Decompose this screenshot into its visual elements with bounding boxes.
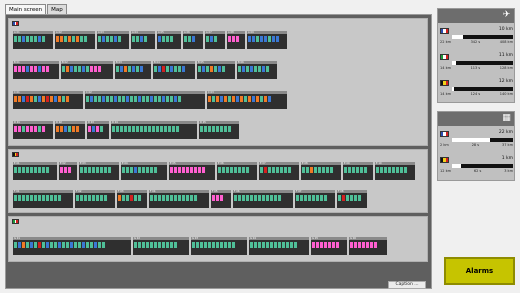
section-belgium: E 01 E 02 E 03 E 04 E 05 E 06 E 07 E 08 … bbox=[8, 149, 428, 213]
status-entry-belgium: 1 km 12 km 62 s3 km bbox=[440, 156, 514, 176]
entry-sub: 12 km 62 s3 km bbox=[440, 169, 513, 173]
machine-unit[interactable]: E 09 bbox=[343, 162, 373, 180]
level-bar bbox=[452, 61, 513, 65]
machine-unit[interactable]: E 06 bbox=[217, 162, 257, 180]
entry-value: 1 km bbox=[501, 156, 513, 161]
machine-unit[interactable]: D 01 bbox=[13, 121, 53, 139]
app-window: Main screen Map A 01 A 02 A 03 A 04 A 05… bbox=[0, 0, 520, 293]
machine-unit[interactable]: F 02 bbox=[75, 190, 115, 208]
machine-unit[interactable]: B 06 bbox=[237, 61, 277, 79]
machine-unit[interactable]: D 03 bbox=[87, 121, 109, 139]
belgium-row-1: E 01 E 02 E 03 E 04 E 05 E 06 E 07 E 08 … bbox=[13, 162, 415, 180]
machine-unit[interactable]: A 07 bbox=[205, 31, 225, 49]
machine-unit[interactable]: G 02 bbox=[133, 237, 189, 255]
italy-row-1: G 01 G 02 G 03 G 04 G 05 G 06 bbox=[13, 237, 387, 255]
machine-unit[interactable]: E 07 bbox=[259, 162, 299, 180]
tab-map[interactable]: Map bbox=[47, 4, 67, 14]
machine-unit[interactable]: A 01 bbox=[13, 31, 53, 49]
belgium-flag-icon bbox=[440, 80, 449, 86]
alarms-button[interactable]: Alarms bbox=[444, 257, 515, 285]
level-bar bbox=[452, 87, 513, 91]
machine-unit[interactable]: F 05 bbox=[211, 190, 231, 208]
section-france: A 01 A 02 A 03 A 04 A 05 A 06 A 07 A 08 … bbox=[8, 18, 428, 146]
italy-flag-icon bbox=[440, 54, 449, 60]
status-sidebar: ✈ 10 km 22 km 342 s 408 km 11 km 14 km 113 … bbox=[437, 8, 515, 288]
machine-unit[interactable]: F 08 bbox=[337, 190, 367, 208]
machine-unit[interactable]: E 08 bbox=[301, 162, 341, 180]
airplane-icon: ✈ bbox=[502, 10, 511, 20]
entry-sub: 22 km 342 s 408 km bbox=[440, 40, 513, 44]
card-header: ✈ bbox=[438, 9, 514, 23]
france-flag-icon bbox=[440, 131, 449, 137]
entry-sub: 14 km 124 s 140 km bbox=[440, 92, 513, 96]
main-panel: A 01 A 02 A 03 A 04 A 05 A 06 A 07 A 08 … bbox=[5, 14, 432, 289]
entry-sub: 14 km 113 s 128 km bbox=[440, 66, 513, 70]
entry-sub: 2 km 28 s 37 km bbox=[440, 143, 513, 147]
machine-unit[interactable]: A 02 bbox=[55, 31, 95, 49]
airport-status-card: ✈ 10 km 22 km 342 s 408 km 11 km 14 km 113 … bbox=[437, 8, 515, 103]
machine-unit[interactable]: C 03 bbox=[207, 91, 287, 109]
caption-button[interactable]: Caption ... bbox=[388, 281, 426, 289]
grid-status-card: ▦ 22 km 2 km 28 s 37 km 1 km 12 km 62 s3 km bbox=[437, 111, 515, 181]
machine-unit[interactable]: G 03 bbox=[191, 237, 247, 255]
grid-icon: ▦ bbox=[502, 113, 511, 123]
machine-unit[interactable]: A 05 bbox=[157, 31, 181, 49]
machine-unit[interactable]: E 04 bbox=[121, 162, 167, 180]
level-bar bbox=[452, 138, 513, 142]
machine-unit[interactable]: E 01 bbox=[13, 162, 57, 180]
machine-unit[interactable]: F 01 bbox=[13, 190, 73, 208]
machine-unit[interactable]: A 06 bbox=[183, 31, 203, 49]
tab-main-screen[interactable]: Main screen bbox=[5, 4, 47, 14]
machine-unit[interactable]: D 05 bbox=[199, 121, 239, 139]
machine-unit[interactable]: B 04 bbox=[153, 61, 195, 79]
tab-bar: Main screen Map bbox=[5, 4, 68, 14]
machine-unit[interactable]: E 03 bbox=[79, 162, 119, 180]
france-row-1: A 01 A 02 A 03 A 04 A 05 A 06 A 07 A 08 … bbox=[13, 31, 287, 49]
machine-unit[interactable]: G 04 bbox=[249, 237, 309, 255]
machine-unit[interactable]: G 05 bbox=[311, 237, 347, 255]
machine-unit[interactable]: E 05 bbox=[169, 162, 215, 180]
france-flag-icon bbox=[12, 21, 19, 26]
level-bar bbox=[452, 164, 513, 168]
entry-value: 10 km bbox=[498, 27, 513, 32]
machine-unit[interactable]: F 03 bbox=[117, 190, 147, 208]
france-flag-icon bbox=[440, 28, 449, 34]
status-entry-belgium: 12 km 14 km 124 s 140 km bbox=[440, 79, 514, 99]
status-entry-italy: 11 km 14 km 113 s 128 km bbox=[440, 53, 514, 73]
machine-unit[interactable]: A 09 bbox=[247, 31, 287, 49]
france-row-4: D 01 D 02 D 03 D 04 D 05 bbox=[13, 121, 239, 139]
machine-unit[interactable]: B 01 bbox=[13, 61, 59, 79]
machine-unit[interactable]: F 06 bbox=[233, 190, 293, 208]
belgium-row-2: F 01 F 02 F 03 F 04 F 05 F 06 F 07 F 08 bbox=[13, 190, 367, 208]
belgium-flag-icon bbox=[12, 152, 19, 157]
status-entry-france: 22 km 2 km 28 s 37 km bbox=[440, 130, 514, 150]
level-bar bbox=[452, 35, 513, 39]
france-row-3: C 01 C 02 C 03 bbox=[13, 91, 287, 109]
belgium-flag-icon bbox=[440, 157, 449, 163]
machine-unit[interactable]: A 03 bbox=[97, 31, 129, 49]
machine-unit[interactable]: D 02 bbox=[55, 121, 85, 139]
italy-flag-icon bbox=[12, 219, 19, 224]
machine-unit[interactable]: E 10 bbox=[375, 162, 415, 180]
machine-unit[interactable]: C 01 bbox=[13, 91, 83, 109]
machine-unit[interactable]: F 07 bbox=[295, 190, 335, 208]
card-header: ▦ bbox=[438, 112, 514, 126]
machine-unit[interactable]: A 08 bbox=[227, 31, 245, 49]
entry-value: 12 km bbox=[498, 79, 513, 84]
france-row-2: B 01 B 02 B 03 B 04 B 05 B 06 bbox=[13, 61, 277, 79]
machine-unit[interactable]: B 02 bbox=[61, 61, 113, 79]
machine-unit[interactable]: B 03 bbox=[115, 61, 151, 79]
machine-unit[interactable]: G 06 bbox=[349, 237, 387, 255]
machine-unit[interactable]: A 04 bbox=[131, 31, 155, 49]
entry-value: 11 km bbox=[498, 53, 513, 58]
machine-unit[interactable]: E 02 bbox=[59, 162, 77, 180]
machine-unit[interactable]: G 01 bbox=[13, 237, 131, 255]
machine-unit[interactable]: D 04 bbox=[111, 121, 197, 139]
status-entry-france: 10 km 22 km 342 s 408 km bbox=[440, 27, 514, 47]
entry-value: 22 km bbox=[498, 130, 513, 135]
machine-unit[interactable]: B 05 bbox=[197, 61, 235, 79]
machine-unit[interactable]: C 02 bbox=[85, 91, 205, 109]
section-italy: G 01 G 02 G 03 G 04 G 05 G 06 bbox=[8, 216, 428, 262]
machine-unit[interactable]: F 04 bbox=[149, 190, 209, 208]
